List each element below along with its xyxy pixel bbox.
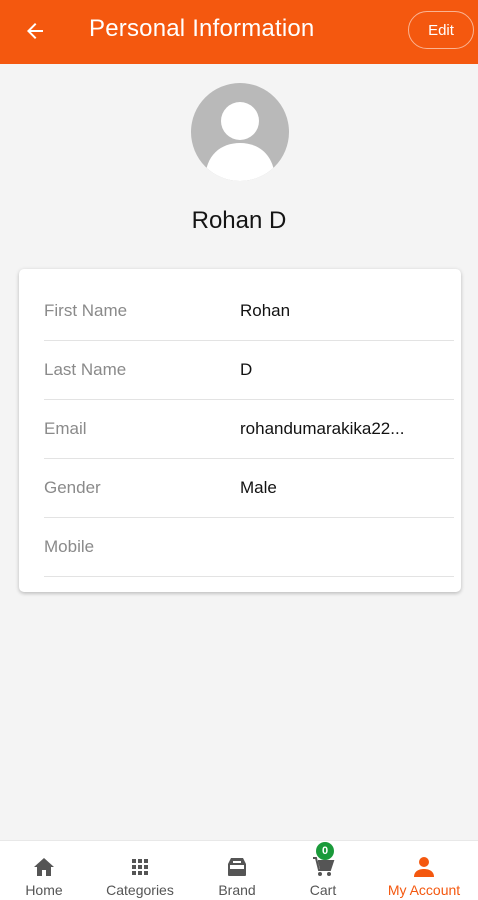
app-header: Personal Information Edit bbox=[0, 0, 478, 64]
detail-value: Rohan bbox=[240, 301, 291, 320]
back-button[interactable] bbox=[20, 16, 50, 46]
cart-count-badge: 0 bbox=[316, 842, 334, 860]
nav-item-categories[interactable]: Categories bbox=[95, 841, 185, 900]
detail-label: Email bbox=[44, 419, 87, 438]
arrow-left-icon bbox=[27, 23, 43, 39]
avatar bbox=[191, 83, 289, 181]
nav-label: My Account bbox=[387, 882, 461, 898]
person-placeholder-icon bbox=[205, 102, 275, 181]
grid-icon bbox=[132, 859, 148, 875]
nav-label: Brand bbox=[218, 882, 256, 898]
detail-label: First Name bbox=[44, 301, 128, 320]
nav-item-brand[interactable]: Brand bbox=[197, 841, 277, 900]
inbox-icon bbox=[228, 858, 246, 876]
detail-row-email: Email rohandumarakika22... bbox=[44, 401, 454, 459]
detail-row-gender: Gender Male bbox=[44, 460, 454, 518]
nav-label: Home bbox=[25, 882, 63, 898]
person-icon bbox=[414, 857, 434, 877]
page-title: Personal Information bbox=[89, 15, 315, 42]
nav-item-home[interactable]: Home bbox=[0, 841, 88, 900]
detail-label: Last Name bbox=[44, 360, 127, 379]
bottom-navigation: Home Categories Brand Cart My Account bbox=[0, 840, 478, 900]
edit-button[interactable]: Edit bbox=[408, 11, 474, 49]
detail-value: rohandumarakika22... bbox=[240, 419, 405, 438]
nav-label: Categories bbox=[106, 882, 174, 898]
detail-label: Mobile bbox=[44, 537, 95, 556]
nav-label: Cart bbox=[309, 882, 337, 898]
detail-label: Gender bbox=[44, 478, 101, 497]
detail-row-mobile: Mobile bbox=[44, 519, 454, 577]
profile-name: Rohan D bbox=[191, 207, 287, 234]
personal-details-card: First Name Rohan Last Name D Email rohan… bbox=[19, 269, 461, 592]
detail-row-first-name: First Name Rohan bbox=[44, 283, 454, 341]
nav-item-my-account[interactable]: My Account bbox=[372, 841, 476, 900]
detail-value: D bbox=[240, 360, 253, 379]
detail-value: Male bbox=[240, 478, 277, 497]
home-icon bbox=[34, 858, 54, 876]
detail-row-last-name: Last Name D bbox=[44, 342, 454, 400]
